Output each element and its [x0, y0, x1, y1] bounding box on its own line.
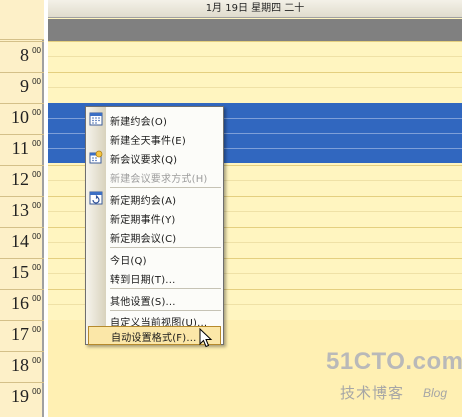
watermark-logo: 51CTO.com: [326, 348, 462, 375]
hour-number: 16: [11, 293, 29, 313]
time-ruler: 8 00 9 00 10 00 11 00 12 00 13 00 14 00 15 00 16 00 17 00 18…: [0, 0, 44, 417]
minutes-label: 00: [32, 387, 41, 396]
meeting-request-icon: [89, 150, 103, 164]
minutes-label: 00: [32, 170, 41, 179]
hour-label: 11 00: [0, 134, 44, 165]
menu-item-label: 新定期会议(C): [110, 234, 177, 245]
hour-number: 12: [11, 169, 29, 189]
minutes-label: 00: [32, 232, 41, 241]
hour-label: 15 00: [0, 258, 44, 289]
minutes-label: 00: [32, 294, 41, 303]
date-header[interactable]: 1月 19日 星期四 二十: [48, 0, 462, 18]
menu-item-label: 其他设置(S)...: [110, 297, 176, 308]
menu-separator: [110, 288, 221, 289]
hour-number: 8: [20, 45, 29, 65]
half-hour-gridline: [48, 56, 462, 57]
hour-number: 13: [11, 200, 29, 220]
menu-item-today[interactable]: 今日(Q): [86, 249, 223, 268]
hour-number: 15: [11, 262, 29, 282]
menu-item-label: 今日(Q): [110, 256, 147, 267]
menu-item-label: 新建约会(O): [110, 117, 168, 128]
menu-item-new-recurring-meeting[interactable]: 新定期会议(C): [86, 227, 223, 246]
recurring-appointment-icon: [89, 191, 103, 205]
hour-label: 9 00: [0, 72, 44, 103]
menu-item-new-recurring-event[interactable]: 新定期事件(Y): [86, 208, 223, 227]
half-hour-gridline: [48, 87, 462, 88]
hour-number: 14: [11, 231, 29, 251]
hour-label: 19 00: [0, 382, 44, 413]
minutes-label: 00: [32, 108, 41, 117]
minutes-label: 00: [32, 46, 41, 55]
hour-label: 12 00: [0, 165, 44, 196]
minutes-label: 00: [32, 201, 41, 210]
hour-label: 14 00: [0, 227, 44, 258]
menu-item-new-meeting-request-with: 新建会议要求方式(H): [86, 167, 223, 186]
menu-item-label: 自动设置格式(F)...: [111, 333, 197, 344]
hour-number: 10: [11, 107, 29, 127]
menu-separator: [110, 187, 221, 188]
menu-separator: [110, 247, 221, 248]
context-menu: 新建约会(O) 新建全天事件(E) 新会议要求(Q) 新建会议要求方式(H) 新…: [85, 106, 224, 345]
all-day-event-area[interactable]: [48, 19, 462, 41]
minutes-label: 00: [32, 325, 41, 334]
appointment-icon: [89, 112, 103, 126]
menu-item-new-meeting-request[interactable]: 新会议要求(Q): [86, 148, 223, 167]
hour-number: 17: [11, 324, 29, 344]
hour-label: 10 00: [0, 103, 44, 134]
hour-label: 18 00: [0, 351, 44, 382]
menu-item-new-all-day-event[interactable]: 新建全天事件(E): [86, 129, 223, 148]
hour-label: 17 00: [0, 320, 44, 351]
hour-number: 18: [11, 355, 29, 375]
hour-number: 19: [11, 386, 29, 406]
menu-item-label: 转到日期(T)...: [110, 275, 176, 286]
hour-number: 9: [20, 76, 29, 96]
menu-item-label: 新建会议要求方式(H): [110, 174, 208, 185]
menu-item-label: 新建全天事件(E): [110, 136, 186, 147]
hour-label: 16 00: [0, 289, 44, 320]
watermark-subtitle: 技术博客: [340, 384, 405, 402]
menu-item-label: 新会议要求(Q): [110, 155, 178, 166]
hour-number: 11: [11, 138, 29, 158]
time-ruler-header: [0, 0, 44, 40]
minutes-label: 00: [32, 263, 41, 272]
hour-label: 13 00: [0, 196, 44, 227]
menu-item-other-settings[interactable]: 其他设置(S)...: [86, 290, 223, 309]
hour-label: 8 00: [0, 41, 44, 72]
watermark: 51CTO.com 技术博客 Blog: [326, 348, 462, 417]
mouse-cursor-icon: [199, 328, 213, 348]
menu-item-go-to-date[interactable]: 转到日期(T)...: [86, 268, 223, 287]
hour-gridline: [48, 41, 462, 42]
menu-item-new-recurring-appointment[interactable]: 新定期约会(A): [86, 189, 223, 208]
minutes-label: 00: [32, 77, 41, 86]
menu-item-label: 新定期约会(A): [110, 196, 177, 207]
menu-item-label: 新定期事件(Y): [110, 215, 176, 226]
minutes-label: 00: [32, 139, 41, 148]
menu-item-new-appointment[interactable]: 新建约会(O): [86, 110, 223, 129]
minutes-label: 00: [32, 356, 41, 365]
hour-gridline: [48, 72, 462, 73]
watermark-blog: Blog: [423, 386, 448, 400]
